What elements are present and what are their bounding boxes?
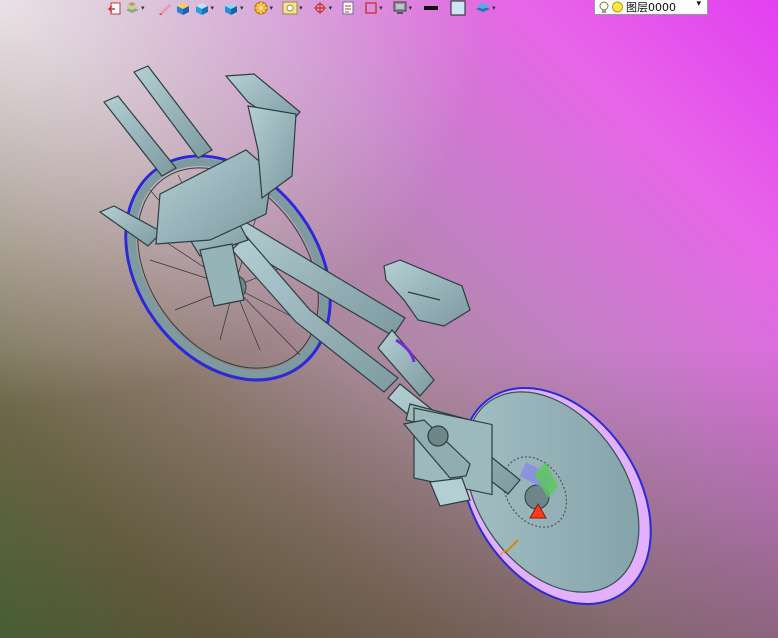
aero-handlebar <box>98 65 301 247</box>
axis-label-x: ↗ <box>498 548 506 559</box>
frame <box>177 209 521 496</box>
3d-viewport[interactable]: ▾ ▾ ▾ ▾ ▾ ▾ ▾ ▾ ▾ 图层0000 ▾ ↗ <box>0 0 778 638</box>
bicycle-model[interactable]: ↗ <box>0 0 778 638</box>
